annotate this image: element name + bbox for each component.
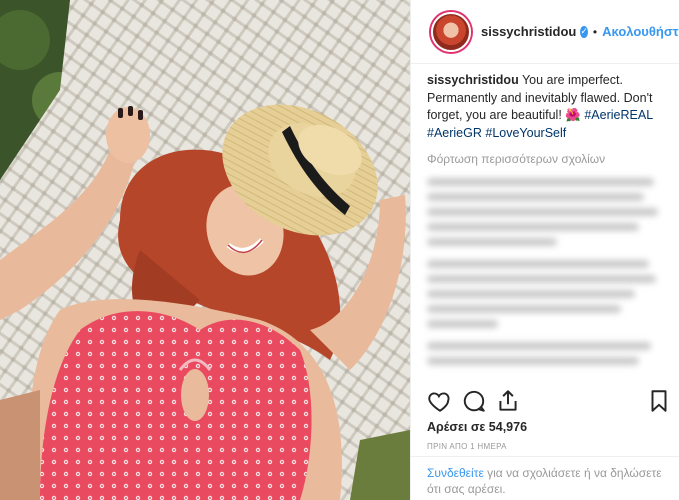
post-header: sissychristidou ✓ • Ακολουθήστε: [411, 0, 679, 64]
hashtag-link[interactable]: #AerieGR: [427, 126, 482, 140]
post-caption: sissychristidou You are imperfect. Perma…: [411, 64, 679, 142]
bookmark-icon[interactable]: [646, 388, 672, 414]
blurred-comments: [411, 166, 679, 365]
username-link[interactable]: sissychristidou: [481, 24, 576, 39]
post-actions: [427, 388, 672, 414]
avatar[interactable]: [431, 11, 471, 52]
post-side-panel: sissychristidou ✓ • Ακολουθήστε sissychr…: [410, 0, 679, 500]
post-photo[interactable]: [0, 0, 410, 500]
verified-badge-icon: ✓: [580, 25, 588, 38]
comment-item: [427, 260, 663, 328]
comment-item: [427, 342, 663, 365]
heart-icon[interactable]: [427, 388, 453, 414]
load-more-comments-link[interactable]: Φόρτωση περισσότερων σχολίων: [427, 152, 663, 166]
comment-item: [427, 178, 663, 246]
hashtag-link[interactable]: #LoveYourSelf: [485, 126, 566, 140]
comment-icon[interactable]: [461, 388, 487, 414]
share-icon[interactable]: [495, 388, 521, 414]
login-prompt: Συνδεθείτε για να σχολιάσετε ή να δηλώσε…: [411, 456, 679, 497]
hashtag-link[interactable]: #AerieREAL: [584, 108, 652, 122]
caption-emoji: 🌺: [565, 108, 581, 122]
follow-button[interactable]: Ακολουθήστε: [602, 24, 679, 39]
header-separator: •: [592, 24, 598, 39]
login-link[interactable]: Συνδεθείτε: [427, 466, 484, 480]
caption-username[interactable]: sissychristidou: [427, 73, 519, 87]
post-timestamp[interactable]: ΠΡΙΝ ΑΠΟ 1 ΗΜΕΡΑ: [427, 442, 507, 451]
post-image: [0, 0, 410, 500]
likes-count[interactable]: Αρέσει σε 54,976: [427, 420, 527, 434]
